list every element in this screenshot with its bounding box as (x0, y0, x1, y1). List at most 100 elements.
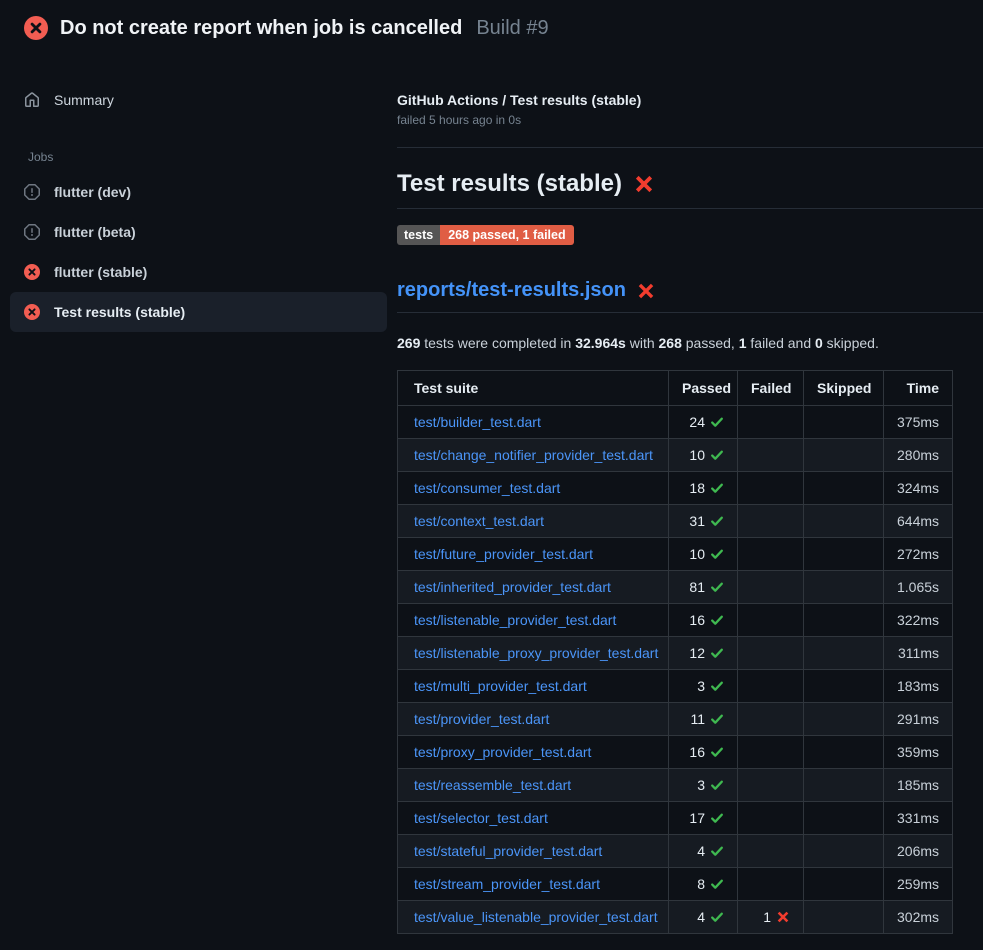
test-suite-link[interactable]: test/value_listenable_provider_test.dart (414, 909, 658, 925)
test-suite-link[interactable]: test/builder_test.dart (414, 414, 541, 430)
table-row: test/listenable_proxy_provider_test.dart… (398, 637, 953, 670)
skipped-cell (804, 835, 884, 868)
sidebar-item-flutter-beta[interactable]: flutter (beta) (10, 212, 387, 252)
cross-mark-icon (637, 282, 655, 300)
time-cell: 375ms (884, 406, 953, 439)
check-icon (710, 646, 724, 660)
passed-cell: 11 (669, 703, 738, 736)
jobs-list: flutter (dev) flutter (beta) flutter (stab… (0, 172, 397, 332)
sidebar-item-flutter-dev[interactable]: flutter (dev) (10, 172, 387, 212)
test-suite-link[interactable]: test/stream_provider_test.dart (414, 876, 600, 892)
time-cell: 302ms (884, 901, 953, 934)
time-cell: 311ms (884, 637, 953, 670)
skipped-cell (804, 472, 884, 505)
count: 17 (689, 810, 705, 826)
sidebar-item-label: flutter (beta) (54, 224, 136, 240)
skipped-cell (804, 769, 884, 802)
test-suite-cell: test/provider_test.dart (398, 703, 669, 736)
section-title: Test results (stable) (397, 170, 622, 198)
sidebar-item-summary[interactable]: Summary (10, 80, 387, 120)
divider (397, 147, 983, 148)
skipped-cell (804, 703, 884, 736)
skipped-cell (804, 802, 884, 835)
table-row: test/proxy_provider_test.dart 16 359ms (398, 736, 953, 769)
time-cell: 359ms (884, 736, 953, 769)
time-cell: 272ms (884, 538, 953, 571)
passed-cell: 8 (669, 868, 738, 901)
test-suite-link[interactable]: test/context_test.dart (414, 513, 544, 529)
test-suite-link[interactable]: test/consumer_test.dart (414, 480, 560, 496)
failed-cell (738, 571, 804, 604)
test-suite-cell: test/stream_provider_test.dart (398, 868, 669, 901)
main-content: GitHub Actions / Test results (stable) f… (397, 56, 983, 934)
skipped-cell (804, 637, 884, 670)
test-suite-link[interactable]: test/proxy_provider_test.dart (414, 744, 591, 760)
failed-cell (738, 736, 804, 769)
test-suite-link[interactable]: test/listenable_proxy_provider_test.dart (414, 645, 658, 661)
passed-cell: 10 (669, 538, 738, 571)
test-suite-link[interactable]: test/provider_test.dart (414, 711, 549, 727)
sidebar-item-test-results-stable[interactable]: Test results (stable) (10, 292, 387, 332)
time-cell: 280ms (884, 439, 953, 472)
summary-segment: 268 (659, 335, 682, 351)
summary-segment: tests were completed in (420, 335, 575, 351)
table-row: test/change_notifier_provider_test.dart 1… (398, 439, 953, 472)
skipped-cell (804, 670, 884, 703)
count: 16 (689, 744, 705, 760)
test-suite-link[interactable]: test/selector_test.dart (414, 810, 548, 826)
table-row: test/value_listenable_provider_test.dart… (398, 901, 953, 934)
column-header-time: Time (884, 371, 953, 406)
test-suite-cell: test/inherited_provider_test.dart (398, 571, 669, 604)
passed-cell: 10 (669, 439, 738, 472)
summary-segment: 269 (397, 335, 420, 351)
passed-cell: 16 (669, 604, 738, 637)
table-row: test/stream_provider_test.dart8259ms (398, 868, 953, 901)
check-icon (710, 712, 724, 726)
table-row: test/inherited_provider_test.dart 81 1.065… (398, 571, 953, 604)
failed-cell (738, 703, 804, 736)
summary-text: 269 tests were completed in 32.964s with… (397, 335, 983, 351)
count: 3 (697, 777, 705, 793)
test-suite-cell: test/builder_test.dart (398, 406, 669, 439)
count: 1 (763, 909, 771, 925)
time-cell: 291ms (884, 703, 953, 736)
time-cell: 331ms (884, 802, 953, 835)
fail-circle-icon (24, 264, 40, 280)
table-row: test/selector_test.dart 17 331ms (398, 802, 953, 835)
count: 81 (689, 579, 705, 595)
sidebar-item-flutter-stable[interactable]: flutter (stable) (10, 252, 387, 292)
badge-label: tests (397, 225, 440, 245)
time-cell: 206ms (884, 835, 953, 868)
passed-cell: 17 (669, 802, 738, 835)
test-suite-link[interactable]: test/multi_provider_test.dart (414, 678, 587, 694)
test-suite-link[interactable]: test/reassemble_test.dart (414, 777, 571, 793)
check-icon (710, 613, 724, 627)
column-header-passed: Passed (669, 371, 738, 406)
test-suite-link[interactable]: test/future_provider_test.dart (414, 546, 593, 562)
failed-cell (738, 868, 804, 901)
failed-cell (738, 505, 804, 538)
cancelled-icon (24, 224, 40, 240)
page-header: Do not create report when job is cancell… (0, 0, 983, 56)
time-cell: 1.065s (884, 571, 953, 604)
test-suite-link[interactable]: test/change_notifier_provider_test.dart (414, 447, 653, 463)
table-row: test/reassemble_test.dart3185ms (398, 769, 953, 802)
table-row: test/listenable_provider_test.dart16322m… (398, 604, 953, 637)
test-suite-cell: test/future_provider_test.dart (398, 538, 669, 571)
summary-segment: 1 (739, 335, 747, 351)
test-suite-link[interactable]: test/listenable_provider_test.dart (414, 612, 616, 628)
table-row: test/stateful_provider_test.dart4206ms (398, 835, 953, 868)
sidebar: Summary Jobs flutter (dev)flutter (beta)… (0, 56, 397, 332)
check-icon (710, 514, 724, 528)
passed-cell: 3 (669, 769, 738, 802)
report-file-link[interactable]: reports/test-results.json (397, 279, 626, 302)
test-suite-cell: test/reassemble_test.dart (398, 769, 669, 802)
count: 31 (689, 513, 705, 529)
check-icon (710, 547, 724, 561)
passed-cell: 12 (669, 637, 738, 670)
count: 3 (697, 678, 705, 694)
tests-badge: tests 268 passed, 1 failed (397, 225, 574, 245)
test-suite-link[interactable]: test/stateful_provider_test.dart (414, 843, 602, 859)
table-row: test/multi_provider_test.dart3183ms (398, 670, 953, 703)
test-suite-link[interactable]: test/inherited_provider_test.dart (414, 579, 611, 595)
